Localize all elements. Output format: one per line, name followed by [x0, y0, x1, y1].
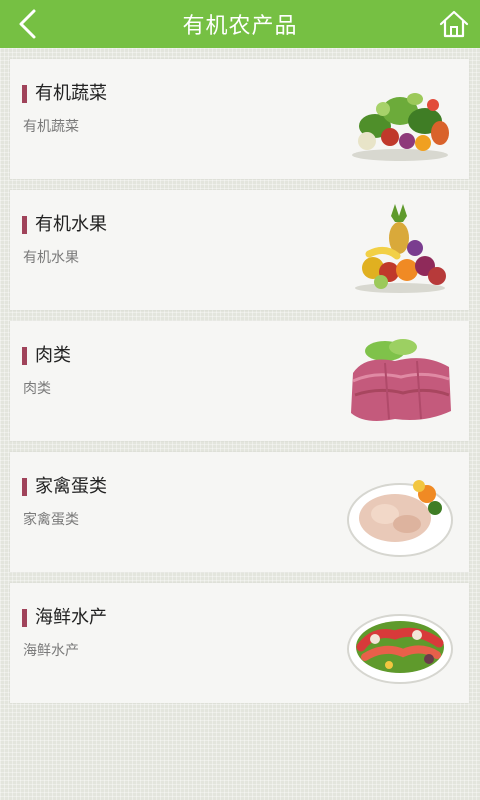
vegetables-image — [352, 93, 449, 161]
poultry-image — [347, 480, 453, 557]
category-subtitle: 有机水果 — [23, 250, 79, 266]
category-title: 肉类 — [35, 345, 71, 366]
accent-bar — [22, 478, 27, 496]
home-button[interactable] — [436, 6, 472, 42]
home-icon — [439, 10, 469, 38]
category-item-meat[interactable]: 肉类 肉类 — [10, 321, 469, 441]
category-title: 海鲜水产 — [35, 607, 107, 628]
chevron-left-icon — [19, 9, 36, 39]
accent-bar — [22, 85, 27, 103]
category-item-vegetables[interactable]: 有机蔬菜 有机蔬菜 — [10, 59, 469, 179]
category-item-seafood[interactable]: 海鲜水产 海鲜水产 — [10, 583, 469, 703]
fruits-image — [355, 204, 446, 293]
top-bar: 有机农产品 — [0, 0, 480, 48]
category-item-fruits[interactable]: 有机水果 有机水果 — [10, 190, 469, 310]
category-subtitle: 有机蔬菜 — [23, 119, 79, 135]
category-title: 有机水果 — [35, 214, 107, 235]
category-subtitle: 家禽蛋类 — [23, 512, 79, 528]
back-button[interactable] — [10, 6, 46, 42]
accent-bar — [22, 216, 27, 234]
category-title: 家禽蛋类 — [35, 476, 107, 497]
page-title: 有机农产品 — [182, 14, 298, 39]
category-list: 有机蔬菜 有机蔬菜 有机水果 有机水果 肉类 肉类 家禽蛋类 家禽蛋类 海鲜水产… — [10, 59, 469, 714]
meat-image — [351, 339, 451, 421]
category-item-poultry[interactable]: 家禽蛋类 家禽蛋类 — [10, 452, 469, 572]
category-subtitle: 海鲜水产 — [23, 643, 79, 659]
accent-bar — [22, 609, 27, 627]
accent-bar — [22, 347, 27, 365]
category-subtitle: 肉类 — [23, 381, 51, 397]
category-title: 有机蔬菜 — [35, 83, 107, 104]
seafood-image — [347, 614, 453, 684]
